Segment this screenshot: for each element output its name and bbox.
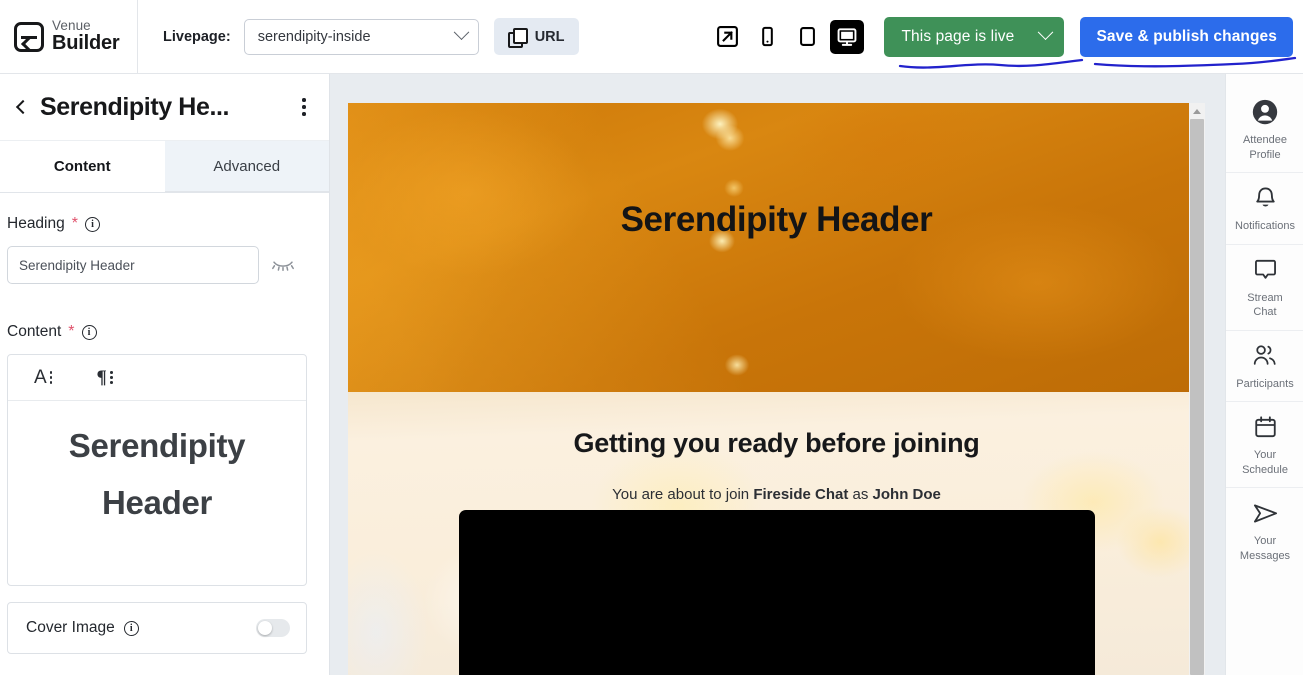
paragraph-style-glyph: ¶ xyxy=(96,366,107,388)
panel-header: Serendipity He... xyxy=(0,74,329,141)
save-publish-button[interactable]: Save & publish changes xyxy=(1080,16,1293,57)
scrollbar-thumb[interactable] xyxy=(1190,119,1204,675)
user-profile-icon xyxy=(1250,96,1280,128)
editor-toolbar: A ¶ xyxy=(8,355,306,401)
livepage-select-value: serendipity-inside xyxy=(257,28,371,45)
heading-field-label-row: Heading * i xyxy=(7,215,306,233)
video-preview-player[interactable] xyxy=(459,510,1095,675)
kebab-menu-icon[interactable] xyxy=(291,94,317,120)
content-required-marker: * xyxy=(68,323,75,340)
subtitle-event: Fireside Chat xyxy=(753,486,849,503)
rail-item-your-schedule[interactable]: Your Schedule xyxy=(1226,401,1303,487)
app-logo[interactable]: Venue Builder xyxy=(0,0,138,74)
chevron-down-icon xyxy=(453,24,469,41)
rail-label: Participants xyxy=(1236,377,1294,390)
copy-url-button[interactable]: URL xyxy=(493,18,579,55)
heading-label: Heading xyxy=(7,215,65,232)
heading-input[interactable] xyxy=(7,246,259,284)
venue-builder-logo-icon xyxy=(14,21,44,52)
rail-item-participants[interactable]: Participants xyxy=(1226,329,1303,402)
hero-banner: Serendipity Header xyxy=(348,103,1205,392)
rail-item-stream-chat[interactable]: Stream Chat xyxy=(1226,243,1303,330)
bell-icon xyxy=(1252,182,1279,214)
cover-image-toggle[interactable] xyxy=(256,619,290,637)
brand-line-2: Builder xyxy=(52,32,120,55)
info-icon[interactable]: i xyxy=(84,216,100,232)
save-publish-label: Save & publish changes xyxy=(1096,27,1277,45)
cover-image-label: Cover Image xyxy=(26,619,115,636)
preview-scrollbar[interactable] xyxy=(1189,103,1205,675)
rail-label: Your Messages xyxy=(1239,535,1291,562)
heading-required-marker: * xyxy=(71,215,78,232)
tablet-icon-button[interactable] xyxy=(790,20,824,54)
chevron-dots-icon xyxy=(49,371,53,384)
rail-item-notifications[interactable]: Notifications xyxy=(1226,172,1303,244)
prejoin-heading: Getting you ready before joining xyxy=(573,428,980,458)
hero-heading: Serendipity Header xyxy=(620,200,933,239)
rail-item-attendee-profile[interactable]: Attendee Profile xyxy=(1226,87,1303,172)
page-status-label: This page is live xyxy=(901,27,1015,45)
calendar-icon xyxy=(1252,411,1279,443)
people-icon xyxy=(1251,340,1279,372)
rail-label: Attendee Profile xyxy=(1242,134,1288,161)
copy-url-label: URL xyxy=(534,28,565,45)
rail-label: Stream Chat xyxy=(1247,291,1283,319)
page-status-dropdown[interactable]: This page is live xyxy=(884,16,1065,57)
page-title: Serendipity He... xyxy=(40,92,230,121)
subtitle-user: John Doe xyxy=(872,486,941,503)
livepage-label: Livepage: xyxy=(163,28,231,45)
subtitle-mid: as xyxy=(848,486,873,503)
page-preview: Serendipity Header Getting you ready bef… xyxy=(348,103,1205,675)
device-preview-switcher xyxy=(710,19,865,54)
prejoin-section: Getting you ready before joining You are… xyxy=(348,392,1205,675)
venue-right-rail: Attendee Profile Notifications Stream Ch… xyxy=(1225,74,1303,675)
panel-tabs: Content Advanced xyxy=(0,141,329,193)
component-editor-panel: Serendipity He... Content Advanced Headi… xyxy=(0,74,330,675)
back-button[interactable] xyxy=(8,92,38,122)
paragraph-style-dropdown[interactable]: ¶ xyxy=(96,366,113,389)
brand-line-1: Venue xyxy=(52,18,91,34)
scroll-up-arrow-icon[interactable] xyxy=(1189,103,1205,119)
desktop-icon-button[interactable] xyxy=(830,19,865,54)
editor-content-area[interactable]: Serendipity Header xyxy=(8,401,306,532)
prejoin-subtitle: You are about to join Fireside Chat as J… xyxy=(348,486,1205,503)
cover-image-row: Cover Image i xyxy=(7,602,307,654)
content-field-label-row: Content * i xyxy=(7,323,306,341)
panel-body: Heading * i Content * i A xyxy=(0,193,329,654)
font-style-glyph: A xyxy=(34,366,47,388)
tab-advanced[interactable]: Advanced xyxy=(164,141,329,192)
heading-input-row xyxy=(7,246,306,284)
chevron-dots-icon xyxy=(109,371,113,384)
subtitle-pre: You are about to join xyxy=(612,486,754,503)
rail-label: Notifications xyxy=(1235,220,1295,233)
mobile-icon-button[interactable] xyxy=(750,20,784,54)
send-paper-plane-icon xyxy=(1251,497,1280,529)
open-external-icon-button[interactable] xyxy=(710,20,744,54)
livepage-select[interactable]: serendipity-inside xyxy=(243,18,479,55)
rail-label: Your Schedule xyxy=(1242,449,1288,476)
font-style-dropdown[interactable]: A xyxy=(34,366,53,389)
rail-item-your-messages[interactable]: Your Messages xyxy=(1226,487,1303,573)
content-label: Content xyxy=(7,323,62,340)
top-toolbar: Venue Builder Livepage: serendipity-insi… xyxy=(0,0,1303,74)
chevron-down-icon xyxy=(1038,24,1054,41)
info-icon[interactable]: i xyxy=(81,324,97,340)
brand-text: Venue Builder xyxy=(52,19,120,53)
preview-viewport: Serendipity Header Getting you ready bef… xyxy=(330,74,1225,675)
copy-icon xyxy=(507,27,528,48)
chat-bubble-icon xyxy=(1252,254,1279,286)
eye-off-icon[interactable] xyxy=(271,256,295,274)
tab-content[interactable]: Content xyxy=(0,141,165,192)
info-icon[interactable]: i xyxy=(123,620,139,636)
rich-text-editor: A ¶ Serendipity Header xyxy=(7,354,307,586)
